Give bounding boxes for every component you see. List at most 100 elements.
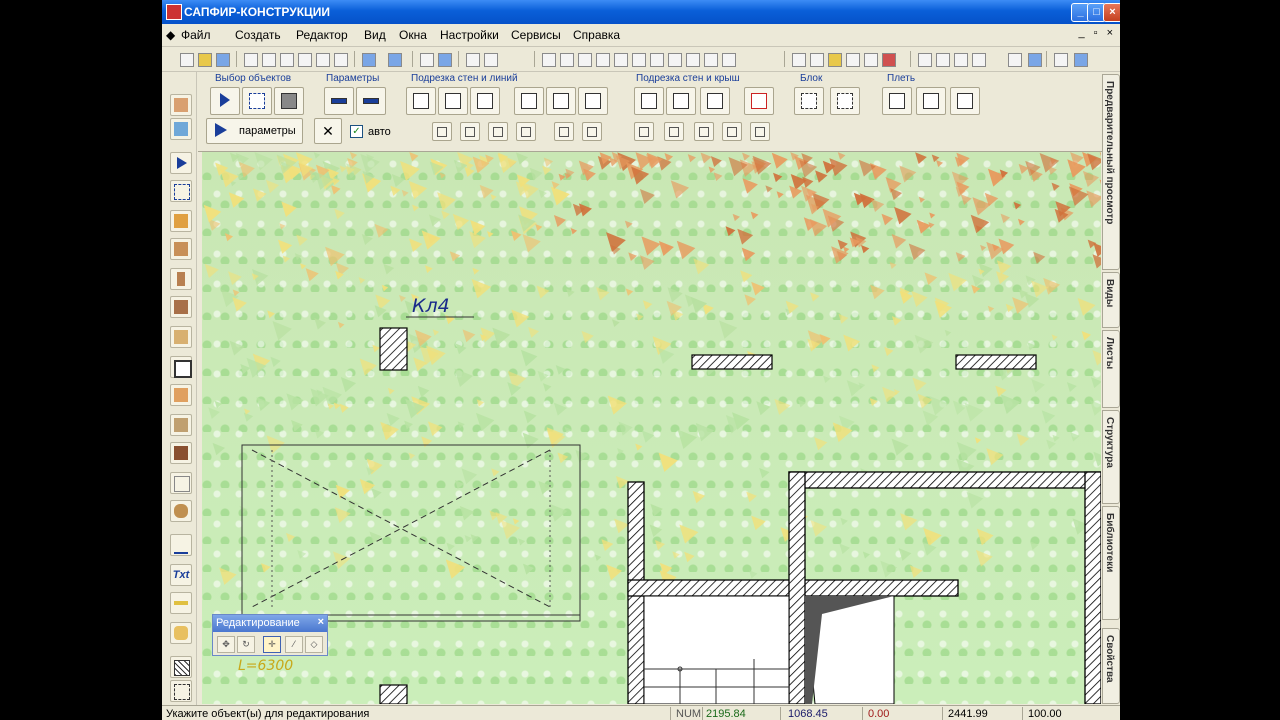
sub-roof-1-button[interactable] xyxy=(634,122,654,141)
frame-1-icon[interactable] xyxy=(792,53,806,67)
railing-icon[interactable] xyxy=(170,442,192,464)
help-icon[interactable] xyxy=(438,53,452,67)
block-1-button[interactable] xyxy=(794,87,824,115)
opening-icon[interactable] xyxy=(170,472,192,494)
sub-roof-5-button[interactable] xyxy=(750,122,770,141)
print-icon[interactable] xyxy=(420,53,434,67)
view-2-icon[interactable] xyxy=(560,53,574,67)
roof-trim-2-button[interactable] xyxy=(666,87,696,115)
beam-icon[interactable] xyxy=(170,296,192,318)
edit-toolbar-header[interactable]: Редактирование × xyxy=(213,615,327,632)
sub-roof-2-button[interactable] xyxy=(664,122,684,141)
auto-checkbox[interactable]: ✓ xyxy=(350,125,363,138)
tab-sheets[interactable]: Листы xyxy=(1102,330,1120,408)
param-pick-button[interactable] xyxy=(324,87,354,115)
trim-2-button[interactable] xyxy=(438,87,468,115)
roof-icon[interactable] xyxy=(170,384,192,406)
view-5-icon[interactable] xyxy=(614,53,628,67)
column-icon[interactable] xyxy=(170,268,192,290)
sub-roof-3-button[interactable] xyxy=(694,122,714,141)
zoom-icon[interactable] xyxy=(668,53,682,67)
roof-trim-1-button[interactable] xyxy=(634,87,664,115)
pleat-1-button[interactable] xyxy=(882,87,912,115)
door-icon[interactable] xyxy=(170,326,192,348)
select-pointer-button[interactable] xyxy=(210,87,240,115)
text-tool[interactable]: Txt xyxy=(170,564,192,586)
edit-nodes-icon[interactable]: ✛ xyxy=(263,636,281,653)
tab-libraries[interactable]: Библиотеки xyxy=(1102,506,1120,620)
rotate-icon[interactable]: ↻ xyxy=(237,636,255,653)
menu-view[interactable]: Вид xyxy=(364,28,386,42)
menu-windows[interactable]: Окна xyxy=(399,28,427,42)
frame-2-icon[interactable] xyxy=(810,53,824,67)
tool-2-icon[interactable] xyxy=(972,53,986,67)
trim-3-button[interactable] xyxy=(470,87,500,115)
select-filter-button[interactable] xyxy=(274,87,304,115)
tab-preview[interactable]: Предварительный просмотр xyxy=(1102,74,1120,270)
stair-icon[interactable] xyxy=(170,414,192,436)
beam-left[interactable] xyxy=(691,354,773,370)
trim-1-button[interactable] xyxy=(406,87,436,115)
hand-icon[interactable] xyxy=(170,622,192,644)
frame-4-icon[interactable] xyxy=(846,53,860,67)
menu-help[interactable]: Справка xyxy=(573,28,620,42)
view-1-icon[interactable] xyxy=(542,53,556,67)
sub-trim-2-button[interactable] xyxy=(460,122,480,141)
frame-5-icon[interactable] xyxy=(864,53,878,67)
select-arrow-icon[interactable] xyxy=(170,152,192,174)
sub-trim-6-button[interactable] xyxy=(582,122,602,141)
menu-editor[interactable]: Редактор xyxy=(296,28,348,42)
menu-services[interactable]: Сервисы xyxy=(511,28,561,42)
menu-file[interactable]: Файл xyxy=(181,28,211,42)
grid-plan-icon[interactable] xyxy=(170,118,192,140)
new-icon[interactable] xyxy=(180,53,194,67)
tool-3-icon[interactable] xyxy=(1008,53,1022,67)
cut-icon[interactable] xyxy=(244,53,258,67)
mdi-controls[interactable]: _ ▫ × xyxy=(1078,27,1116,39)
sub-trim-4-button[interactable] xyxy=(516,122,536,141)
axis-tool-icon[interactable] xyxy=(170,680,192,702)
menu-settings[interactable]: Настройки xyxy=(440,28,499,42)
parameters-button[interactable]: параметры xyxy=(206,118,303,144)
move-icon[interactable]: ✥ xyxy=(217,636,235,653)
block-2-button[interactable] xyxy=(830,87,860,115)
tool-4-icon[interactable] xyxy=(1028,53,1042,67)
roof-trim-4-button[interactable] xyxy=(744,87,774,115)
menu-create[interactable]: Создать xyxy=(235,28,281,42)
pleat-2-button[interactable] xyxy=(916,87,946,115)
frame-6-icon[interactable] xyxy=(882,53,896,67)
render-2-icon[interactable] xyxy=(722,53,736,67)
trim-6-button[interactable] xyxy=(578,87,608,115)
dimension-icon[interactable] xyxy=(170,534,192,556)
eye-icon[interactable] xyxy=(918,53,932,67)
column-kl4[interactable] xyxy=(379,327,408,371)
param-apply-button[interactable] xyxy=(356,87,386,115)
sub-trim-1-button[interactable] xyxy=(432,122,452,141)
delete-icon[interactable] xyxy=(334,53,348,67)
open-icon[interactable] xyxy=(198,53,212,67)
wall-icon[interactable] xyxy=(170,210,192,232)
drawing-canvas[interactable]: Кл4 L=6300 Редактирование × ✥ ↻ ✛ ⁄ ◇ xyxy=(202,152,1101,704)
tool-icon[interactable] xyxy=(954,53,968,67)
window-tool-icon[interactable] xyxy=(170,356,192,378)
roof-trim-3-button[interactable] xyxy=(700,87,730,115)
view-7-icon[interactable] xyxy=(650,53,664,67)
view-3-icon[interactable] xyxy=(578,53,592,67)
grid-icon[interactable] xyxy=(1054,53,1068,67)
tab-properties[interactable]: Свойства xyxy=(1102,628,1120,704)
axes-grid-icon[interactable] xyxy=(170,180,192,202)
tools-button[interactable]: ✕ xyxy=(314,118,342,144)
slab-icon[interactable] xyxy=(170,238,192,260)
pencil-icon[interactable] xyxy=(170,592,192,614)
select-frame-button[interactable] xyxy=(242,87,272,115)
undo-icon[interactable] xyxy=(362,53,376,67)
snap-icon[interactable] xyxy=(1074,53,1088,67)
render-icon[interactable] xyxy=(704,53,718,67)
close-button[interactable]: × xyxy=(1103,3,1120,22)
copy-props-icon[interactable] xyxy=(298,53,312,67)
pointer-icon[interactable] xyxy=(484,53,498,67)
paste-icon[interactable] xyxy=(280,53,294,67)
tab-views[interactable]: Виды xyxy=(1102,272,1120,328)
sub-roof-4-button[interactable] xyxy=(722,122,742,141)
beam-right[interactable] xyxy=(955,354,1037,370)
